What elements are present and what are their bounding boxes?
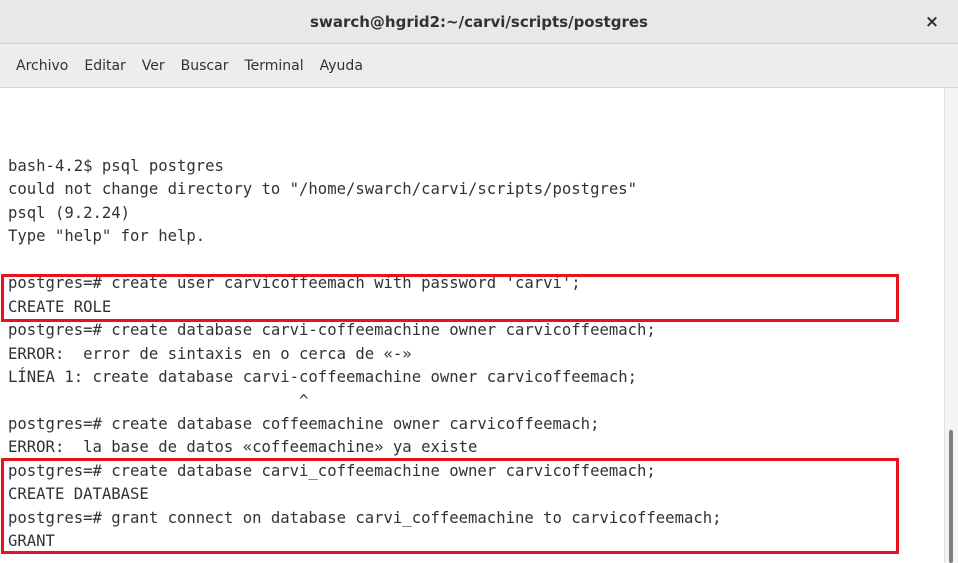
terminal-line: bash-4.2$ psql postgres	[8, 157, 224, 175]
menu-ayuda[interactable]: Ayuda	[312, 58, 371, 74]
title-bar[interactable]: swarch@hgrid2:~/carvi/scripts/postgres ×	[0, 0, 958, 44]
terminal-line: psql (9.2.24)	[8, 204, 131, 222]
terminal-line: postgres=# create database coffeemachine…	[8, 415, 600, 433]
menu-buscar[interactable]: Buscar	[173, 58, 237, 74]
close-button[interactable]: ×	[918, 8, 946, 36]
menu-terminal[interactable]: Terminal	[236, 58, 311, 74]
terminal-line: CREATE DATABASE	[8, 485, 149, 503]
terminal-line: ERROR: la base de datos «coffeemachine» …	[8, 438, 478, 456]
terminal-line: CREATE ROLE	[8, 298, 112, 316]
terminal-line: Type "help" for help.	[8, 227, 206, 245]
terminal-line: GRANT	[8, 532, 55, 550]
menu-ver[interactable]: Ver	[134, 58, 173, 74]
scrollbar-thumb[interactable]	[949, 430, 953, 563]
menu-bar: Archivo Editar Ver Buscar Terminal Ayuda	[0, 44, 958, 88]
close-icon: ×	[924, 12, 940, 32]
terminal-line: postgres=# create database carvi_coffeem…	[8, 462, 656, 480]
terminal-line: postgres=# grant connect on database car…	[8, 509, 722, 527]
terminal-line: postgres=# create database carvi-coffeem…	[8, 321, 656, 339]
menu-editar[interactable]: Editar	[76, 58, 133, 74]
scrollbar[interactable]	[944, 88, 958, 563]
terminal-line: ERROR: error de sintaxis en o cerca de «…	[8, 345, 412, 363]
terminal-window: swarch@hgrid2:~/carvi/scripts/postgres ×…	[0, 0, 958, 563]
terminal-output[interactable]: bash-4.2$ psql postgres could not change…	[0, 88, 944, 563]
terminal-line: could not change directory to "/home/swa…	[8, 180, 638, 198]
menu-archivo[interactable]: Archivo	[8, 58, 76, 74]
terminal-line: LÍNEA 1: create database carvi-coffeemac…	[8, 368, 638, 386]
terminal-line: postgres=# create user carvicoffeemach w…	[8, 274, 581, 292]
terminal-line: ^	[8, 392, 309, 410]
window-title: swarch@hgrid2:~/carvi/scripts/postgres	[310, 13, 648, 31]
